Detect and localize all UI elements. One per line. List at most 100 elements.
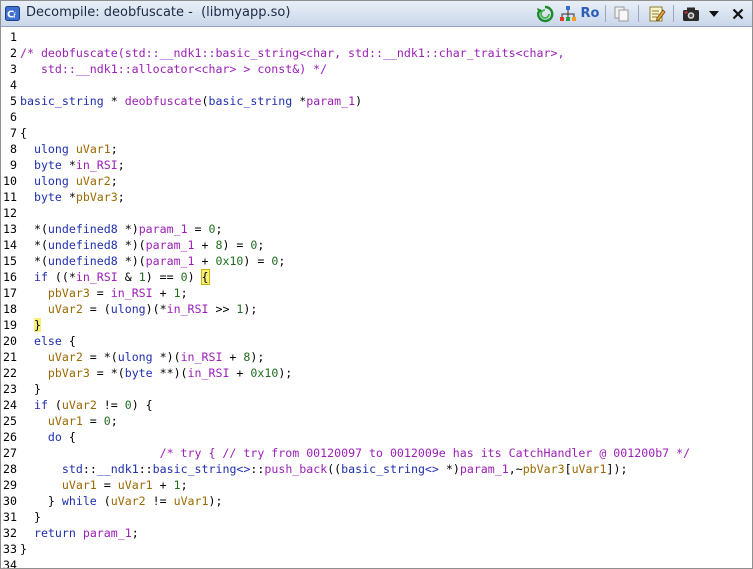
code-text[interactable]: *(undefined8 *)(param_1 + 0x10) = 0; (20, 253, 285, 269)
code-line[interactable]: 26 do { (1, 429, 752, 445)
code-line[interactable]: 12 (1, 205, 752, 221)
code-text[interactable]: do { (20, 429, 76, 445)
code-token[interactable]: :: (139, 462, 153, 476)
code-token[interactable]: * (292, 94, 306, 108)
code-token[interactable] (20, 158, 34, 172)
code-token[interactable]: ; (257, 238, 264, 252)
code-text[interactable]: ulong uVar1; (20, 141, 118, 157)
code-token[interactable]: (( (327, 462, 341, 476)
code-token[interactable]: * (104, 94, 125, 108)
code-token[interactable] (69, 174, 76, 188)
code-token[interactable] (20, 350, 48, 364)
code-token[interactable]: **)( (153, 366, 188, 380)
code-token[interactable]: } (33, 318, 41, 332)
code-token[interactable]: param_1 (83, 526, 132, 540)
menu-dropdown-icon[interactable] (705, 4, 723, 23)
code-text[interactable]: pbVar3 = *(byte **)(in_RSI + 0x10); (20, 365, 292, 381)
code-token[interactable]: ; (181, 286, 188, 300)
code-token[interactable]: ; (111, 174, 118, 188)
code-token[interactable]: ); (243, 302, 257, 316)
code-line[interactable]: 3 std::__ndk1::allocator<char> > const&)… (1, 61, 752, 77)
code-token[interactable]: std (62, 462, 83, 476)
code-token[interactable]: 0x10 (250, 366, 278, 380)
code-text[interactable]: /* try { // try from 00120097 to 0012009… (20, 445, 690, 461)
code-token[interactable]: *)( (153, 350, 181, 364)
code-text[interactable]: } (20, 381, 41, 397)
snapshot-icon[interactable] (681, 4, 701, 23)
code-text[interactable]: std::__ndk1::basic_string<>::push_back((… (20, 461, 628, 477)
code-token[interactable]: if (34, 270, 48, 284)
code-line[interactable]: 30 } while (uVar2 != uVar1); (1, 493, 752, 509)
code-token[interactable]: = (83, 414, 104, 428)
code-token[interactable]: ( (48, 398, 62, 412)
code-text[interactable]: *(undefined8 *)param_1 = 0; (20, 221, 223, 237)
code-token[interactable]: + (195, 254, 216, 268)
code-text[interactable]: /* deobfuscate(std::__ndk1::basic_string… (20, 45, 564, 61)
code-token[interactable] (20, 286, 48, 300)
code-token[interactable]: ( (97, 494, 111, 508)
code-text[interactable]: return param_1; (20, 525, 139, 541)
code-line[interactable]: 23 } (1, 381, 752, 397)
code-token[interactable]: pbVar3 (76, 190, 118, 204)
code-line[interactable]: 9 byte *in_RSI; (1, 157, 752, 173)
code-token[interactable]: pbVar3 (523, 462, 565, 476)
code-token[interactable]: ,~ (509, 462, 523, 476)
code-token[interactable]: uVar2 (48, 302, 83, 316)
code-text[interactable]: } (20, 317, 41, 333)
code-token[interactable]: ulong (118, 350, 153, 364)
code-token[interactable]: pbVar3 (48, 366, 90, 380)
code-text[interactable]: byte *in_RSI; (20, 157, 125, 173)
code-token[interactable]: param_1 (306, 94, 355, 108)
code-token[interactable]: } (20, 382, 41, 396)
code-text[interactable]: else { (20, 333, 76, 349)
code-token[interactable]: ]); (606, 462, 627, 476)
code-token[interactable]: *) (118, 222, 139, 236)
code-token[interactable]: ulong (34, 142, 69, 156)
code-token[interactable] (20, 318, 34, 332)
code-token[interactable] (20, 398, 34, 412)
code-token[interactable]: + (153, 286, 174, 300)
code-line[interactable]: 17 pbVar3 = in_RSI + 1; (1, 285, 752, 301)
code-token[interactable]: return (34, 526, 76, 540)
code-token[interactable]: + (222, 350, 243, 364)
code-token[interactable]: undefined8 (48, 254, 118, 268)
code-token[interactable]: uVar1 (174, 494, 209, 508)
code-token[interactable]: ) == (146, 270, 181, 284)
code-token[interactable]: in_RSI (111, 286, 153, 300)
code-line[interactable]: 5 basic_string * deobfuscate(basic_string… (1, 93, 752, 109)
code-token[interactable]: uVar2 (48, 350, 83, 364)
code-text[interactable]: byte *pbVar3; (20, 189, 125, 205)
code-token[interactable]: >> (209, 302, 237, 316)
code-line[interactable]: 7{ (1, 125, 752, 141)
code-token[interactable]: + (195, 238, 216, 252)
code-token[interactable]: * (62, 190, 76, 204)
code-text[interactable]: } (20, 509, 41, 525)
code-token[interactable]: else (34, 334, 62, 348)
code-text[interactable]: ulong uVar2; (20, 173, 118, 189)
code-token[interactable]: { (62, 430, 76, 444)
code-token[interactable]: ); (250, 350, 264, 364)
code-token[interactable] (20, 446, 160, 460)
code-text[interactable]: if ((*in_RSI & 1) == 0) { (20, 269, 210, 285)
code-line[interactable]: 28 std::__ndk1::basic_string<>::push_bac… (1, 461, 752, 477)
code-token[interactable]: basic_string (208, 94, 292, 108)
code-token[interactable]: uVar2 (62, 398, 97, 412)
code-token[interactable]: /* try { // try from 00120097 to 0012009… (160, 446, 690, 460)
code-token[interactable]: :: (83, 462, 97, 476)
code-token[interactable]: } (20, 510, 41, 524)
code-line[interactable]: 31 } (1, 509, 752, 525)
code-token[interactable]: uVar1 (118, 478, 153, 492)
code-token[interactable]: ); (278, 366, 292, 380)
code-token[interactable]: ); (209, 494, 223, 508)
code-line[interactable]: 33} (1, 541, 752, 557)
code-token[interactable]: if (34, 398, 48, 412)
code-token[interactable]: uVar1 (62, 478, 97, 492)
code-text[interactable]: *(undefined8 *)(param_1 + 8) = 0; (20, 237, 264, 253)
code-token[interactable]: ulong (111, 302, 146, 316)
code-token[interactable] (20, 174, 34, 188)
code-token[interactable]: std::__ndk1::allocator<char> > const&) *… (20, 62, 327, 76)
code-token[interactable]: 1 (174, 286, 181, 300)
code-line[interactable]: 2/* deobfuscate(std::__ndk1::basic_strin… (1, 45, 752, 61)
code-line[interactable]: 22 pbVar3 = *(byte **)(in_RSI + 0x10); (1, 365, 752, 381)
code-line[interactable]: 4 (1, 77, 752, 93)
